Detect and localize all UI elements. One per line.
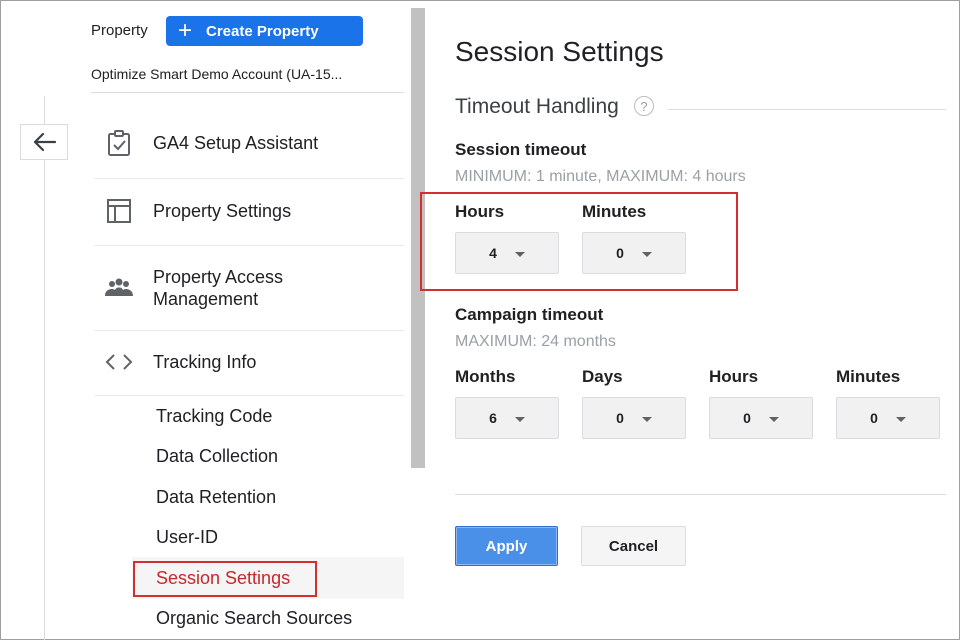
session-timeout-hint: MINIMUM: 1 minute, MAXIMUM: 4 hours (455, 168, 746, 185)
campaign-months-select[interactable]: 6 (455, 397, 559, 439)
nav-item-ga4-setup-assistant[interactable]: GA4 Setup Assistant (94, 128, 404, 158)
select-value: 6 (489, 410, 497, 426)
sub-item-organic-search-sources[interactable]: Organic Search Sources (156, 608, 352, 629)
highlight-outline (420, 192, 738, 291)
sub-item-tracking-code[interactable]: Tracking Code (156, 406, 272, 427)
nav-item-label: Property Access Management (153, 267, 284, 309)
select-value: 0 (616, 410, 624, 426)
layout-icon (104, 196, 134, 226)
divider (94, 395, 404, 396)
clipboard-check-icon (104, 128, 134, 158)
nav-item-property-settings[interactable]: Property Settings (94, 196, 404, 226)
cancel-button[interactable]: Cancel (581, 526, 686, 566)
highlight-outline (133, 561, 317, 597)
code-icon (104, 347, 134, 377)
hours-label: Hours (709, 367, 759, 386)
sub-item-data-collection[interactable]: Data Collection (156, 446, 278, 467)
campaign-timeout-hint: MAXIMUM: 24 months (455, 333, 616, 350)
caret-down-icon (768, 417, 779, 422)
campaign-days-select[interactable]: 0 (582, 397, 686, 439)
minutes-label: Minutes (836, 367, 901, 386)
help-icon[interactable]: ? (634, 96, 654, 116)
select-value: 0 (870, 410, 878, 426)
divider (94, 330, 404, 331)
nav-item-property-access-management[interactable]: Property Access Management (94, 266, 404, 310)
section-divider (668, 109, 946, 110)
create-property-label: Create Property (206, 22, 319, 40)
sub-item-data-retention[interactable]: Data Retention (156, 487, 276, 508)
property-label: Property (91, 22, 148, 39)
caret-down-icon (895, 417, 906, 422)
campaign-timeout-label: Campaign timeout (455, 305, 604, 324)
months-label: Months (455, 367, 516, 386)
people-icon (104, 273, 134, 303)
plus-icon: + (178, 17, 193, 44)
session-timeout-label: Session timeout (455, 140, 587, 159)
divider (94, 178, 404, 179)
apply-button[interactable]: Apply (455, 526, 558, 566)
nav-item-label: Property Settings (153, 201, 292, 221)
divider (91, 92, 404, 93)
caret-down-icon (514, 417, 525, 422)
section-title: Timeout Handling (455, 95, 619, 118)
caret-down-icon (641, 417, 652, 422)
days-label: Days (582, 367, 623, 386)
divider (94, 245, 404, 246)
create-property-button[interactable]: + Create Property (166, 16, 363, 46)
divider (455, 494, 946, 495)
nav-item-tracking-info[interactable]: Tracking Info (94, 347, 404, 377)
campaign-hours-select[interactable]: 0 (709, 397, 813, 439)
campaign-minutes-select[interactable]: 0 (836, 397, 940, 439)
nav-item-label: GA4 Setup Assistant (153, 133, 319, 153)
select-value: 0 (743, 410, 751, 426)
rail-divider (44, 96, 45, 640)
sub-item-user-id[interactable]: User-ID (156, 527, 218, 548)
page-title: Session Settings (455, 36, 664, 67)
back-button[interactable] (20, 124, 68, 160)
nav-item-label: Tracking Info (153, 352, 257, 372)
arrow-left-icon (33, 132, 57, 152)
account-selector[interactable]: Optimize Smart Demo Account (UA-15... (91, 66, 381, 82)
